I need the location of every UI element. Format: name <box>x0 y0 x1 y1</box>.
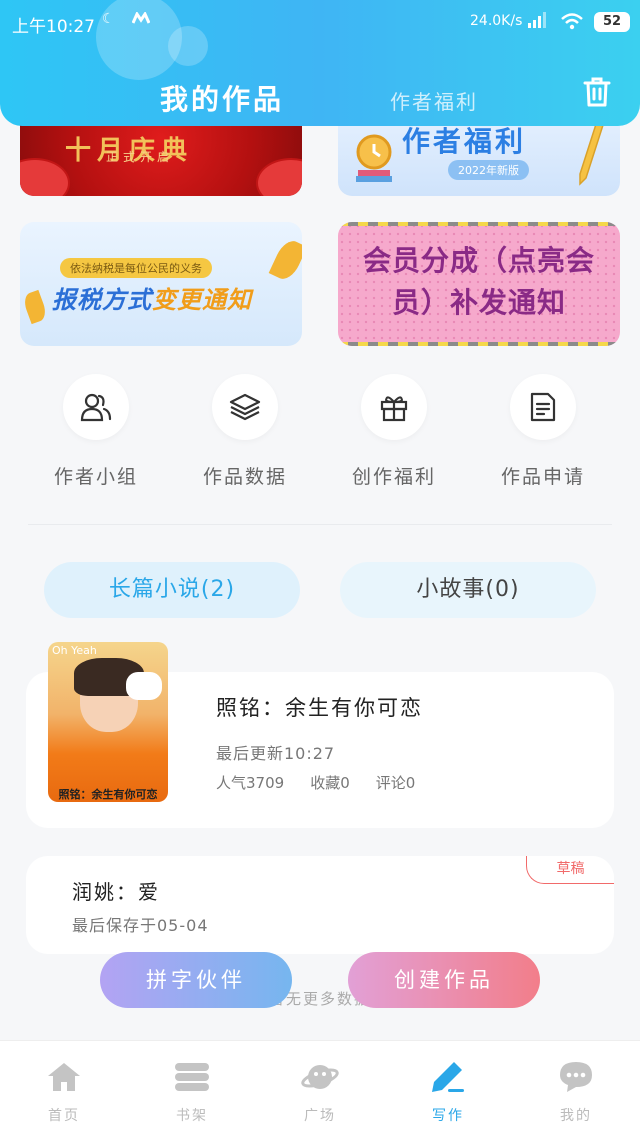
favorites-count: 收藏0 <box>310 774 350 792</box>
banner-chip: 2022年新版 <box>448 160 529 180</box>
work-cover-image[interactable]: Oh Yeah 照铭：余生有你可恋 <box>48 642 168 802</box>
nav-square[interactable]: 广场 <box>270 1059 370 1125</box>
decorative-leaf <box>21 289 49 325</box>
chat-bubble-icon <box>526 1059 626 1095</box>
alarm-clock-icon <box>352 130 396 186</box>
gift-icon <box>361 374 427 440</box>
banner-member-share[interactable]: 会员分成（点亮会员）补发通知 <box>338 222 620 346</box>
draft-card[interactable]: 草稿 润姚：爱 最后保存于05-04 <box>26 856 614 954</box>
nav-label: 书架 <box>176 1108 208 1124</box>
nav-home[interactable]: 首页 <box>14 1059 114 1125</box>
decorative-cloud <box>256 158 302 196</box>
work-updated-time: 最后更新10:27 <box>216 744 336 763</box>
decorative-stripe <box>338 222 620 226</box>
comments-count: 评论0 <box>375 774 416 792</box>
nav-writing[interactable]: 写作 <box>398 1059 498 1125</box>
status-bar: 上午10:27 ☾ 24.0K/s 52 <box>0 0 640 44</box>
pencil-icon <box>576 116 606 190</box>
entry-label: 作品申请 <box>500 466 585 488</box>
entry-work-data[interactable]: 作品数据 <box>185 374 305 489</box>
trash-icon[interactable] <box>582 76 612 112</box>
nav-label: 首页 <box>48 1108 80 1124</box>
work-title[interactable]: 照铭：余生有你可恋 <box>216 692 423 722</box>
decorative-leaf <box>268 236 302 284</box>
popularity-count: 人气3709 <box>216 774 285 792</box>
battery-indicator: 52 <box>594 12 630 32</box>
nav-label: 广场 <box>304 1108 336 1124</box>
entry-label: 作品数据 <box>202 466 287 488</box>
entry-creation-welfare[interactable]: 创作福利 <box>334 374 454 489</box>
wifi-icon <box>560 12 584 35</box>
banner-title-part2: 变更通知 <box>152 286 252 314</box>
no-more-data: 暂无更多数据 <box>268 990 371 1008</box>
group-icon <box>63 374 129 440</box>
network-speed: 24.0K/s <box>470 13 523 29</box>
top-header: 上午10:27 ☾ 24.0K/s 52 我的作品 作者福利 <box>0 0 640 126</box>
entry-author-group[interactable]: 作者小组 <box>36 374 156 489</box>
work-stats: 人气3709 收藏0 评论0 <box>216 772 441 793</box>
tab-short-story[interactable]: 小故事(0) <box>340 562 596 618</box>
create-work-button[interactable]: 创建作品 <box>348 952 540 1008</box>
moon-icon: ☾ <box>102 11 115 27</box>
banner-title: 报税方式变更通知 <box>52 280 252 315</box>
layers-icon <box>212 374 278 440</box>
app-notification-icon <box>131 10 151 28</box>
banner-pill: 依法纳税是每位公民的义务 <box>60 258 212 278</box>
bookshelf-icon <box>142 1059 242 1095</box>
home-icon <box>14 1059 114 1095</box>
banner-subtitle: 正式开启 <box>105 150 174 164</box>
banner-title-part1: 报税方式 <box>52 286 152 314</box>
entry-label: 作者小组 <box>53 466 138 488</box>
tab-long-novel[interactable]: 长篇小说(2) <box>44 562 300 618</box>
draft-badge: 草稿 <box>526 856 614 884</box>
nav-mine[interactable]: 我的 <box>526 1059 626 1125</box>
cover-label: Oh Yeah <box>52 644 97 657</box>
nav-label: 写作 <box>432 1108 464 1124</box>
banner-title: 会员分成（点亮会员）补发通知 <box>362 244 595 319</box>
cover-caption: 照铭：余生有你可恋 <box>58 788 158 801</box>
nav-label: 我的 <box>560 1108 592 1124</box>
draft-title: 润姚：爱 <box>72 880 160 904</box>
nav-bookshelf[interactable]: 书架 <box>142 1059 242 1125</box>
document-icon <box>510 374 576 440</box>
tab-author-welfare[interactable]: 作者福利 <box>390 86 478 115</box>
signal-icon <box>527 11 549 34</box>
status-time: 上午10:27 <box>12 17 95 37</box>
banner-title: 作者福利 <box>402 125 527 158</box>
planet-icon <box>270 1059 370 1095</box>
bottom-nav: 首页 书架 广场 写作 我的 <box>0 1040 640 1138</box>
tab-my-works[interactable]: 我的作品 <box>160 78 284 118</box>
decorative-stripe <box>338 342 620 346</box>
draft-saved-time: 最后保存于05-04 <box>72 916 209 935</box>
entry-label: 创作福利 <box>351 466 436 488</box>
pen-icon <box>398 1059 498 1095</box>
section-divider <box>28 524 612 525</box>
cover-sticker <box>126 672 162 700</box>
banner-tax-notice[interactable]: 依法纳税是每位公民的义务 报税方式变更通知 <box>20 222 302 346</box>
writing-partner-button[interactable]: 拼字伙伴 <box>100 952 292 1008</box>
entry-work-application[interactable]: 作品申请 <box>483 374 603 489</box>
